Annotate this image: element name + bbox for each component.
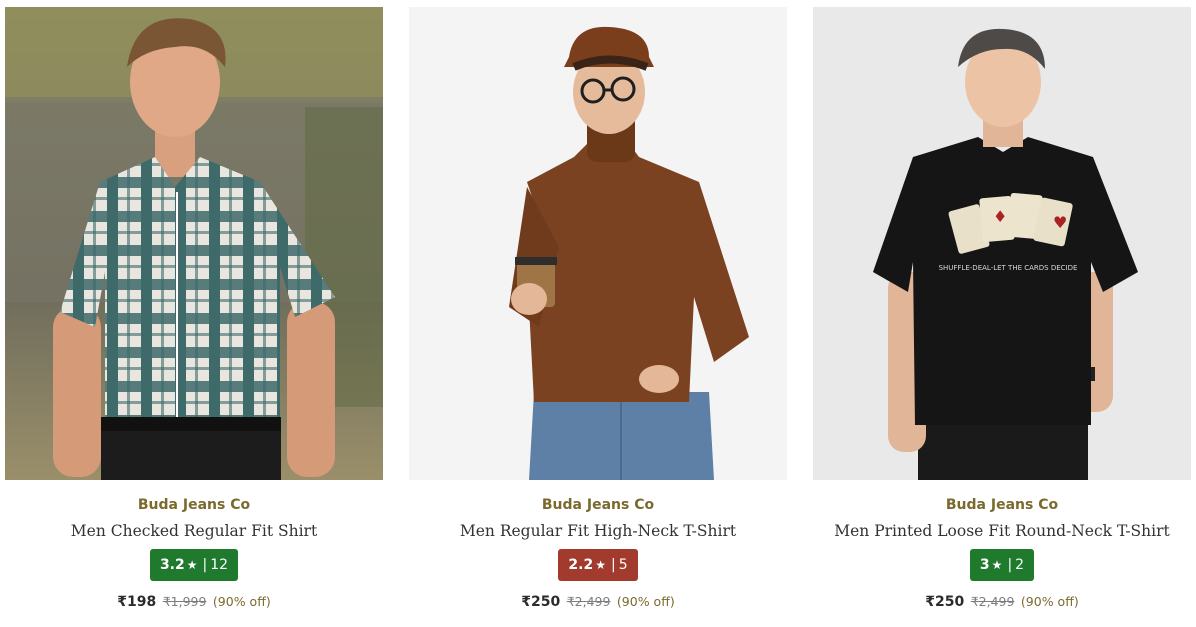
product-brand[interactable]: Buda Jeans Co [813,496,1191,514]
rating-score: 3 [979,557,990,573]
rating-badge: 3.2 ★ | 12 [149,549,239,581]
selling-price: ₹250 [521,594,561,610]
rating-separator: | [1007,557,1013,573]
product-grid: Buda Jeans Co Men Checked Regular Fit Sh… [0,0,1196,627]
svg-text:♥: ♥ [1053,213,1067,232]
discount-percent: (90% off) [212,594,271,609]
rating-badge: 3 ★ | 2 [969,549,1035,581]
selling-price: ₹250 [925,594,965,610]
selling-price: ₹198 [117,594,157,610]
star-icon: ★ [595,558,606,572]
discount-percent: (90% off) [1020,594,1079,609]
discount-percent: (90% off) [616,594,675,609]
original-price: ₹2,499 [970,594,1015,609]
star-icon: ★ [991,558,1003,572]
rating-badge: 2.2 ★ | 5 [558,549,638,581]
product-image[interactable]: ♥ ♦ SHUFFLE-DEAL-LET THE CARDS DECIDE [813,7,1191,480]
rating-separator: | [202,557,208,573]
product-title[interactable]: Men Printed Loose Fit Round-Neck T-Shirt [813,521,1191,541]
product-card[interactable]: Buda Jeans Co Men Checked Regular Fit Sh… [5,7,383,617]
product-image[interactable] [409,7,787,480]
rating-count: 2 [1015,557,1025,573]
product-image[interactable] [5,7,383,480]
product-title[interactable]: Men Checked Regular Fit Shirt [5,521,383,541]
product-card[interactable]: Buda Jeans Co Men Regular Fit High-Neck … [409,7,787,617]
price-row: ₹250 ₹2,499 (90% off) [813,594,1191,610]
rating-score: 3.2 [159,557,185,573]
product-title[interactable]: Men Regular Fit High-Neck T-Shirt [409,521,787,541]
price-row: ₹198 ₹1,999 (90% off) [5,594,383,610]
product-brand[interactable]: Buda Jeans Co [5,496,383,514]
rating-count: 12 [210,557,229,573]
product-card[interactable]: ♥ ♦ SHUFFLE-DEAL-LET THE CARDS DECIDE Bu… [813,7,1191,617]
original-price: ₹1,999 [162,594,207,609]
product-brand[interactable]: Buda Jeans Co [409,496,787,514]
tshirt-print-text: SHUFFLE-DEAL-LET THE CARDS DECIDE [939,264,1078,272]
original-price: ₹2,499 [566,594,611,609]
price-row: ₹250 ₹2,499 (90% off) [409,594,787,610]
svg-text:♦: ♦ [993,207,1007,226]
rating-count: 5 [618,557,628,573]
star-icon: ★ [186,558,198,572]
rating-score: 2.2 [568,557,594,573]
rating-separator: | [610,557,616,573]
